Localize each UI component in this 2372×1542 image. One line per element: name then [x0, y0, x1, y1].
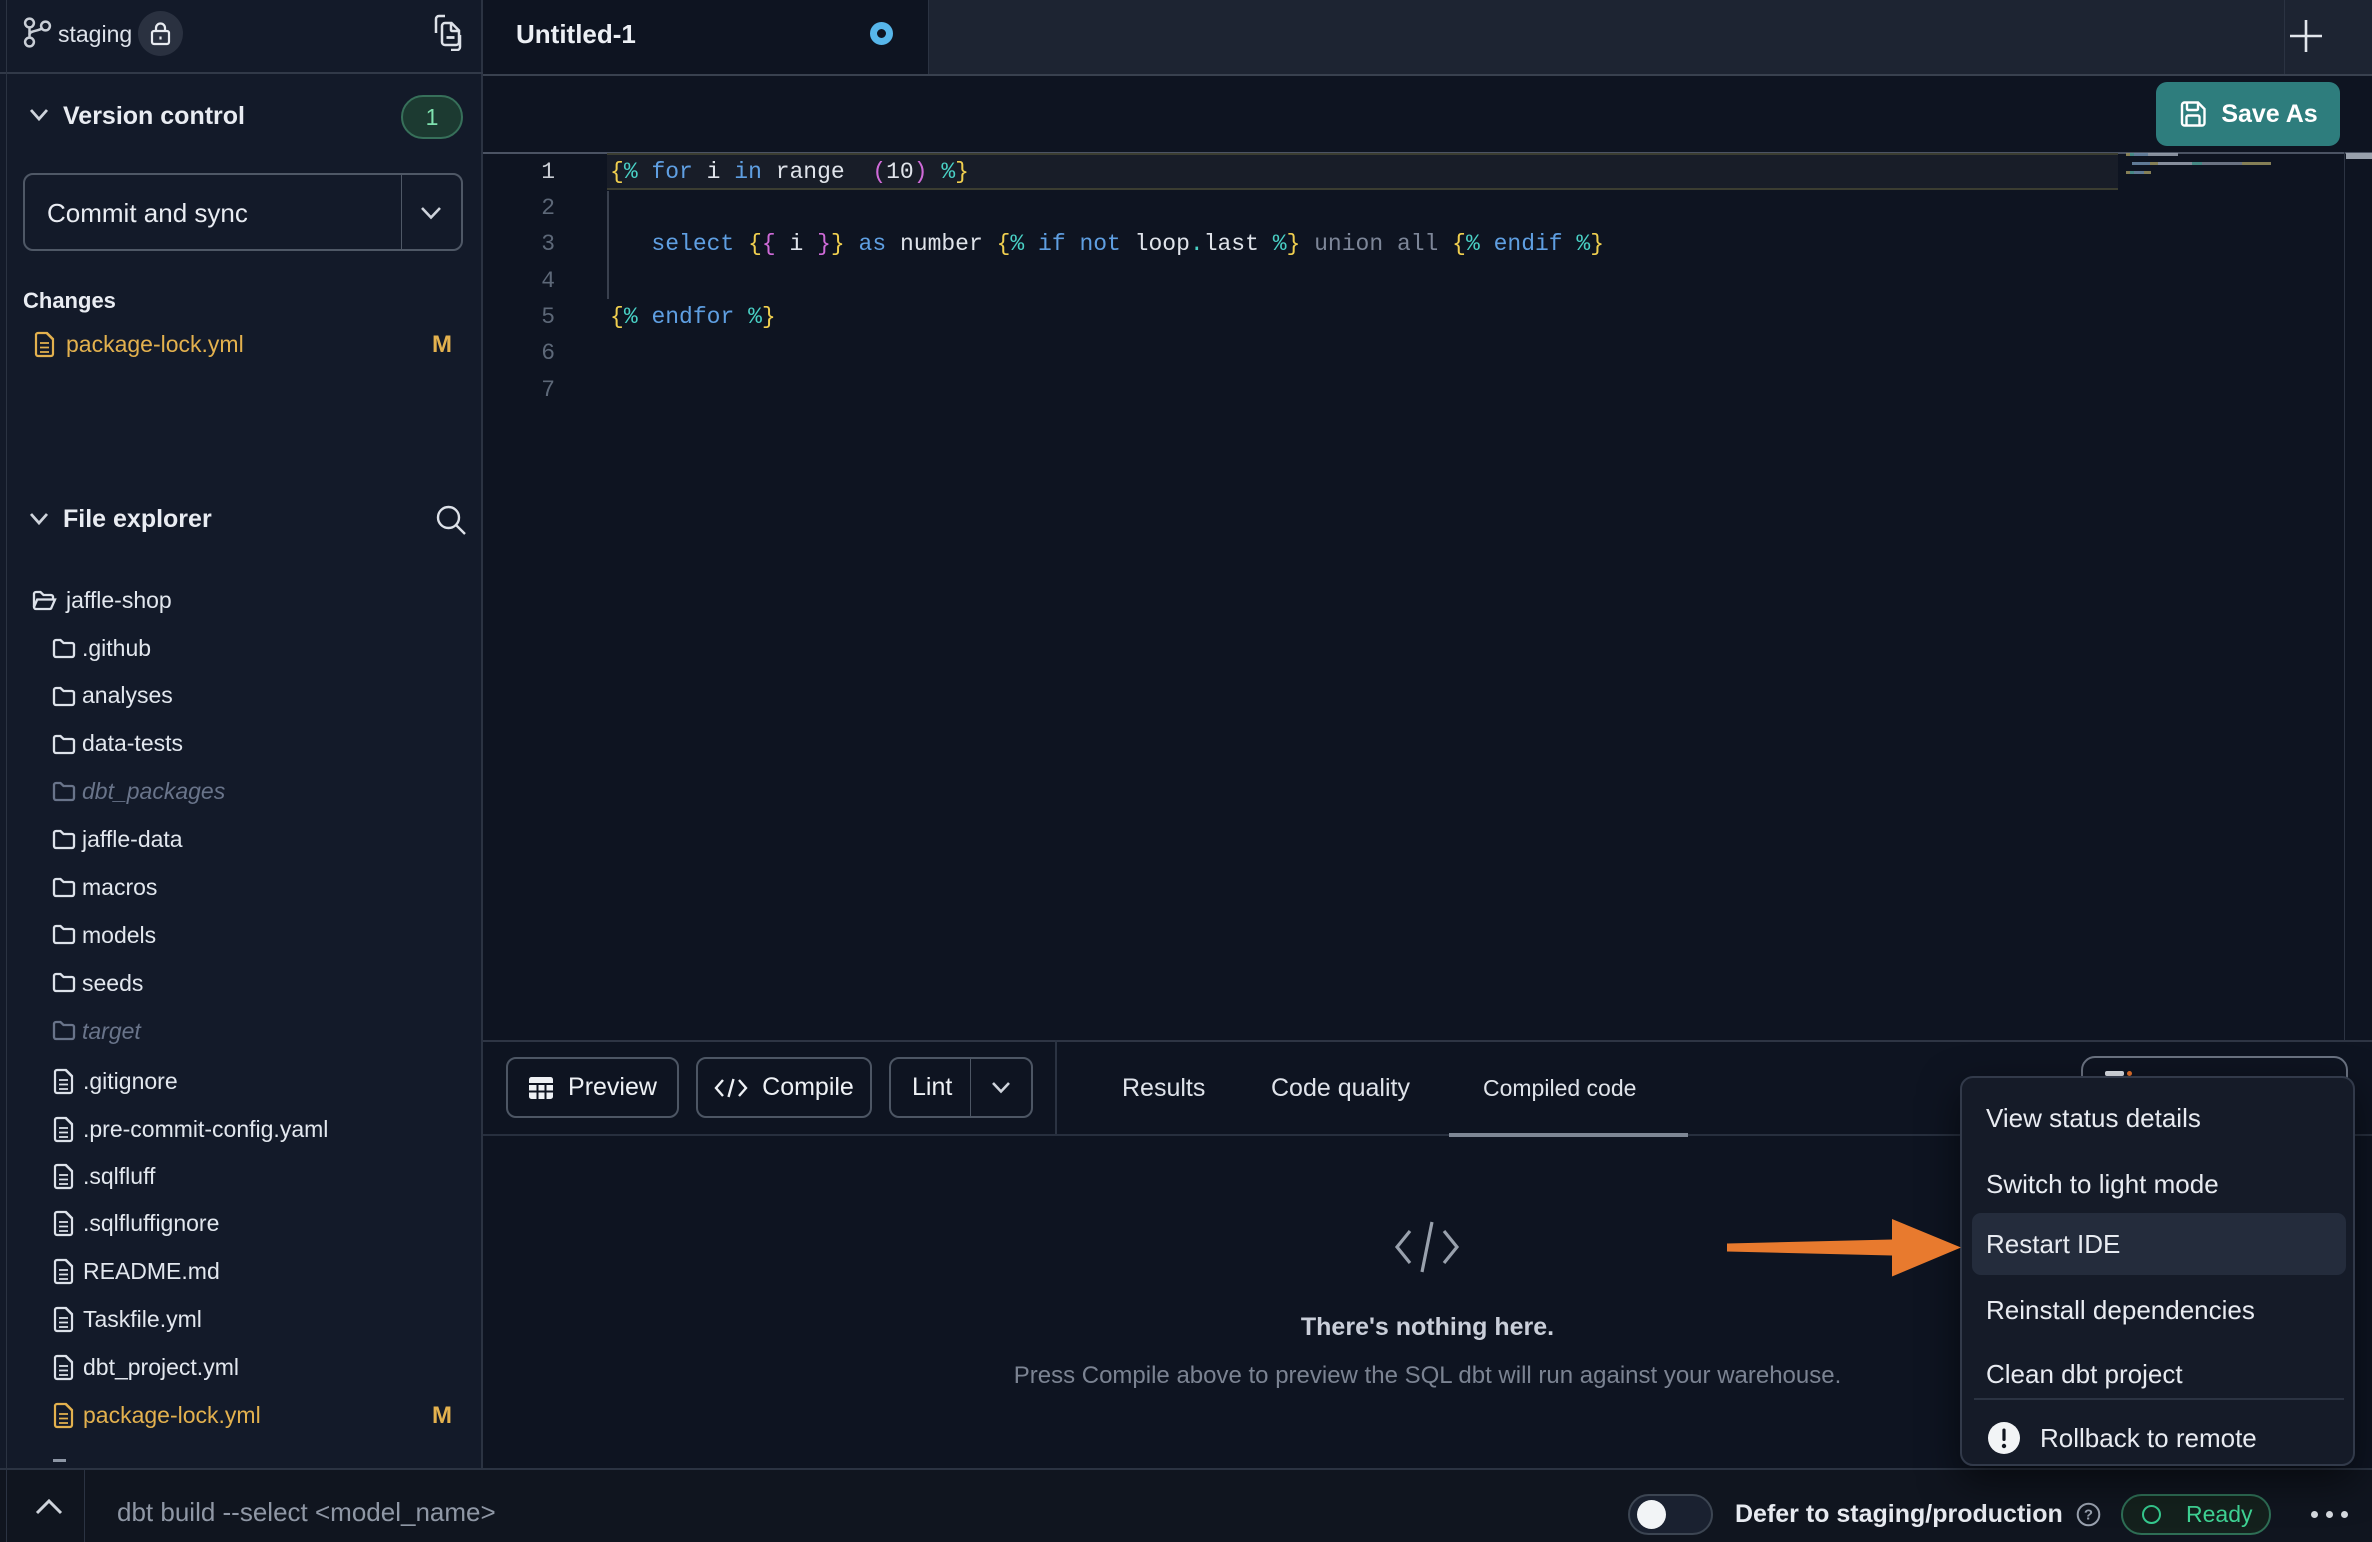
- svg-text:?: ?: [2084, 1507, 2093, 1524]
